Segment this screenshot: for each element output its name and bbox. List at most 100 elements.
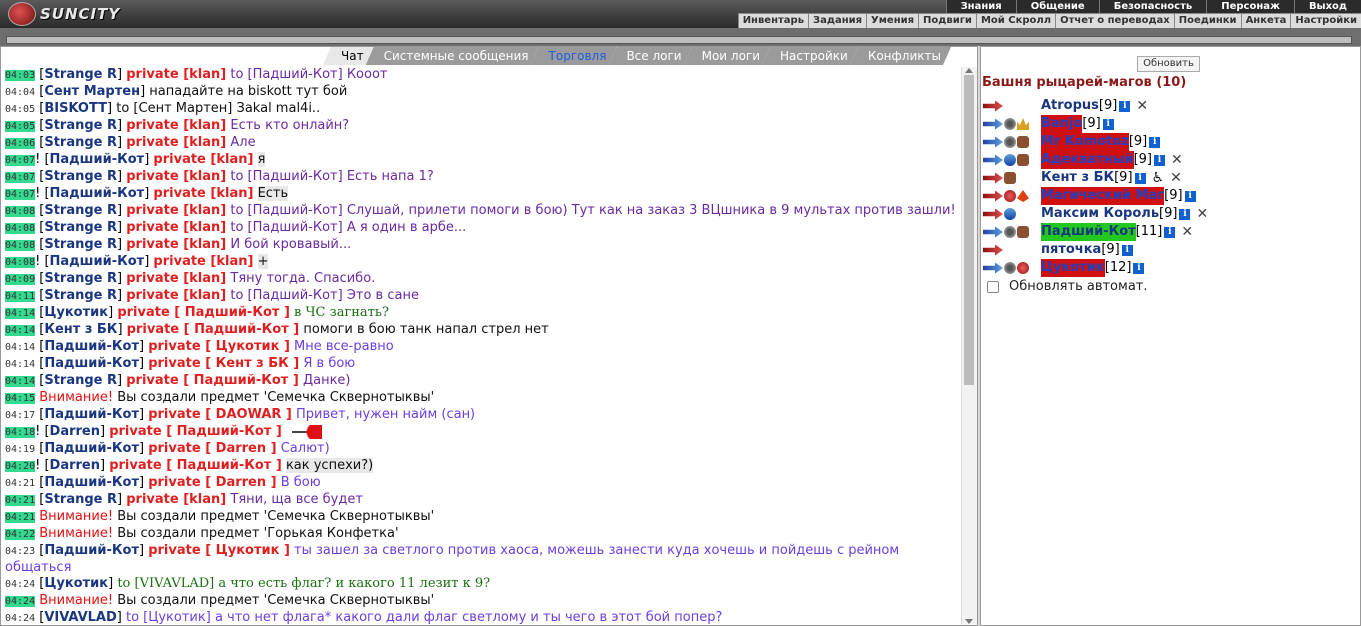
message-nick[interactable]: VIVAVLAD bbox=[44, 610, 116, 625]
user-name[interactable]: Адекватный bbox=[1041, 151, 1134, 169]
message-nick[interactable]: Strange R bbox=[44, 118, 117, 133]
tab-chat-5[interactable]: Настройки bbox=[762, 47, 858, 65]
tab-chat-0[interactable]: Чат bbox=[323, 47, 374, 65]
private-tag[interactable]: private [klan] bbox=[126, 203, 226, 218]
message-nick[interactable]: Strange R bbox=[44, 169, 117, 184]
message-nick[interactable]: Strange R bbox=[44, 288, 117, 303]
private-tag[interactable]: private [klan] bbox=[126, 492, 226, 507]
private-tag[interactable]: private [ Цукотик ] bbox=[148, 543, 290, 558]
private-tag[interactable]: private [klan] bbox=[126, 67, 226, 82]
message-nick[interactable]: Падший-Кот bbox=[44, 356, 139, 371]
message-nick[interactable]: Сент Мартен bbox=[44, 84, 140, 99]
close-icon[interactable]: ✕ bbox=[1181, 223, 1193, 241]
private-tag[interactable]: private [ DAOWAR ] bbox=[148, 407, 292, 422]
chat-scrollbar[interactable] bbox=[961, 67, 977, 625]
message-nick[interactable]: Strange R bbox=[44, 492, 117, 507]
info-icon[interactable]: i bbox=[1164, 226, 1176, 238]
sub-menu-item[interactable]: Умения bbox=[866, 14, 918, 28]
message-nick[interactable]: Падший-Кот bbox=[50, 254, 145, 269]
tab-chat-6[interactable]: Конфликты bbox=[850, 47, 951, 65]
message-recipient[interactable]: to [Падший-Кот] bbox=[230, 169, 342, 184]
private-tag[interactable]: private [ Цукотик ] bbox=[148, 339, 290, 354]
message-nick[interactable]: Падший-Кот bbox=[44, 339, 139, 354]
message-recipient[interactable]: to [Цукотик] bbox=[126, 610, 211, 625]
main-menu-item[interactable]: Безопасность bbox=[1098, 0, 1207, 13]
message-nick[interactable]: Strange R bbox=[44, 203, 117, 218]
message-nick[interactable]: Цукотик bbox=[44, 305, 108, 320]
sub-menu-item[interactable]: Задания bbox=[808, 14, 866, 28]
info-icon[interactable]: i bbox=[1154, 154, 1166, 166]
private-tag[interactable]: private [ Darren ] bbox=[148, 441, 276, 456]
sub-menu-item[interactable]: Настройки bbox=[1290, 14, 1361, 28]
message-nick[interactable]: Падший-Кот bbox=[50, 152, 145, 167]
message-recipient[interactable]: to [Падший-Кот] bbox=[230, 67, 342, 82]
close-icon[interactable]: ✕ bbox=[1136, 97, 1148, 115]
message-nick[interactable]: BISKOTT bbox=[44, 101, 107, 116]
info-icon[interactable]: i bbox=[1102, 118, 1114, 130]
message-nick[interactable]: Падший-Кот bbox=[44, 441, 139, 456]
user-name[interactable]: Atropus bbox=[1041, 97, 1099, 115]
user-name[interactable]: Падший-Кот bbox=[1041, 223, 1136, 241]
message-nick[interactable]: Strange R bbox=[44, 67, 117, 82]
message-nick[interactable]: Кент з БК bbox=[44, 322, 117, 337]
user-name[interactable]: Mr Komotoz bbox=[1041, 133, 1129, 151]
private-tag[interactable]: private [ Падший-Кот ] bbox=[117, 305, 290, 320]
private-tag[interactable]: private [ Падший-Кот ] bbox=[126, 373, 299, 388]
message-nick[interactable]: Падший-Кот bbox=[50, 186, 145, 201]
sub-menu-item[interactable]: Мой Скролл bbox=[975, 14, 1055, 28]
private-tag[interactable]: private [ Кент з БК ] bbox=[148, 356, 299, 371]
scroll-thumb[interactable] bbox=[964, 75, 974, 385]
tab-chat-3[interactable]: Все логи bbox=[608, 47, 691, 65]
message-recipient[interactable]: to [VIVAVLAD] bbox=[117, 576, 214, 591]
message-recipient[interactable]: to [Сент Мартен] bbox=[116, 101, 232, 116]
message-nick[interactable]: Strange R bbox=[44, 237, 117, 252]
main-menu-item[interactable]: Выход bbox=[1293, 0, 1361, 13]
info-icon[interactable]: i bbox=[1134, 172, 1146, 184]
tab-chat-4[interactable]: Мои логи bbox=[684, 47, 770, 65]
private-tag[interactable]: private [klan] bbox=[126, 169, 226, 184]
private-tag[interactable]: private [klan] bbox=[126, 237, 226, 252]
private-tag[interactable]: private [klan] bbox=[153, 186, 253, 201]
user-name[interactable]: пяточка bbox=[1041, 241, 1101, 259]
sub-menu-item[interactable]: Подвиги bbox=[918, 14, 976, 28]
sub-menu-item[interactable]: Анкета bbox=[1240, 14, 1291, 28]
scroll-down-icon[interactable] bbox=[965, 619, 973, 624]
scroll-up-icon[interactable] bbox=[965, 68, 973, 73]
private-tag[interactable]: private [klan] bbox=[126, 220, 226, 235]
message-nick[interactable]: Падший-Кот bbox=[44, 475, 139, 490]
message-nick[interactable]: Strange R bbox=[44, 135, 117, 150]
user-name[interactable]: Магический Маг bbox=[1041, 187, 1165, 205]
private-tag[interactable]: private [ Падший-Кот ] bbox=[109, 458, 282, 473]
message-nick[interactable]: Darren bbox=[50, 424, 100, 439]
message-nick[interactable]: Падший-Кот bbox=[44, 407, 139, 422]
message-recipient[interactable]: to [Падший-Кот] bbox=[230, 288, 342, 303]
message-nick[interactable]: Strange R bbox=[44, 220, 117, 235]
sub-menu-item[interactable]: Инвентарь bbox=[737, 14, 808, 28]
info-icon[interactable]: i bbox=[1184, 190, 1196, 202]
private-tag[interactable]: private [klan] bbox=[126, 271, 226, 286]
main-menu-item[interactable]: Знания bbox=[945, 0, 1016, 13]
private-tag[interactable]: private [ Darren ] bbox=[148, 475, 276, 490]
refresh-button[interactable]: Обновить bbox=[1137, 56, 1200, 72]
private-tag[interactable]: private [ Падший-Кот ] bbox=[109, 424, 282, 439]
main-menu-item[interactable]: Общение bbox=[1015, 0, 1099, 13]
message-recipient[interactable]: to [Падший-Кот] bbox=[230, 203, 342, 218]
user-name[interactable]: Кент з БК bbox=[1041, 169, 1114, 187]
private-tag[interactable]: private [klan] bbox=[126, 288, 226, 303]
sub-menu-item[interactable]: Отчет о переводах bbox=[1055, 14, 1174, 28]
tab-chat-1[interactable]: Системные сообщения bbox=[366, 47, 539, 65]
message-recipient[interactable]: to [Падший-Кот] bbox=[230, 220, 342, 235]
info-icon[interactable]: i bbox=[1133, 262, 1145, 274]
auto-refresh-checkbox[interactable] bbox=[987, 280, 999, 293]
message-nick[interactable]: Падший-Кот bbox=[44, 543, 139, 558]
message-nick[interactable]: Strange R bbox=[44, 373, 117, 388]
private-tag[interactable]: private [klan] bbox=[126, 135, 226, 150]
user-name[interactable]: Максим Король bbox=[1041, 205, 1159, 223]
user-name[interactable]: Цукотик bbox=[1041, 259, 1105, 277]
message-nick[interactable]: Strange R bbox=[44, 271, 117, 286]
message-nick[interactable]: Darren bbox=[50, 458, 100, 473]
info-icon[interactable]: i bbox=[1149, 136, 1161, 148]
sub-menu-item[interactable]: Поединки bbox=[1173, 14, 1241, 28]
info-icon[interactable]: i bbox=[1179, 208, 1191, 220]
auto-refresh[interactable]: Обновлять автомат. bbox=[987, 279, 1148, 294]
